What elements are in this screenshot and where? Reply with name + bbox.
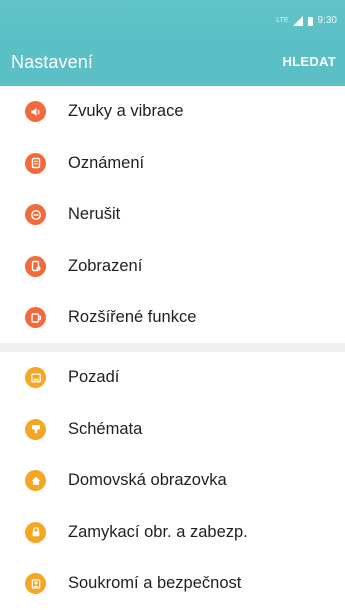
speaker-icon <box>25 101 46 123</box>
settings-item-sounds[interactable]: Zvuky a vibrace <box>0 86 345 138</box>
search-button[interactable]: HLEDAT <box>282 54 336 69</box>
settings-item-do-not-disturb[interactable]: Nerušit <box>0 189 345 241</box>
settings-item-notifications[interactable]: Oznámení <box>0 138 345 190</box>
settings-item-label: Domovská obrazovka <box>68 471 227 490</box>
battery-icon <box>307 16 313 26</box>
settings-item-wallpaper[interactable]: Pozadí <box>0 352 345 404</box>
lock-icon <box>25 521 46 543</box>
notification-icon <box>25 152 46 174</box>
status-icons: LTE 9:30 <box>276 16 337 26</box>
settings-item-label: Rozšířené funkce <box>68 308 197 327</box>
settings-item-label: Soukromí a bezpečnost <box>68 574 242 593</box>
status-bar: LTE 9:30 <box>0 0 345 38</box>
settings-screen: LTE 9:30 Nastavení HLEDAT Zvuky a vibrac… <box>0 0 345 610</box>
settings-item-display[interactable]: Zobrazení <box>0 241 345 293</box>
display-icon <box>25 255 46 277</box>
advanced-features-icon <box>25 307 46 329</box>
network-type: LTE <box>276 17 289 24</box>
section-divider <box>0 343 345 352</box>
settings-item-label: Pozadí <box>68 368 120 387</box>
status-time: 9:30 <box>317 15 337 26</box>
settings-item-label: Schémata <box>68 419 143 438</box>
page-title: Nastavení <box>11 52 93 72</box>
settings-item-label: Zvuky a vibrace <box>68 102 184 121</box>
settings-item-advanced-features[interactable]: Rozšířené funkce <box>0 292 345 344</box>
home-icon <box>25 470 46 492</box>
wallpaper-icon <box>25 367 46 389</box>
do-not-disturb-icon <box>25 204 46 226</box>
themes-icon <box>25 418 46 440</box>
settings-item-label: Zamykací obr. a zabezp. <box>68 522 248 541</box>
settings-item-themes[interactable]: Schémata <box>0 404 345 456</box>
signal-icon <box>292 16 303 26</box>
settings-item-home-screen[interactable]: Domovská obrazovka <box>0 455 345 507</box>
settings-item-label: Nerušit <box>68 205 121 224</box>
settings-item-label: Oznámení <box>68 153 145 172</box>
settings-list-secondary: Pozadí Schémata Domovská obrazovka Zamyk… <box>0 352 345 610</box>
settings-item-lock-screen[interactable]: Zamykací obr. a zabezp. <box>0 507 345 559</box>
settings-item-privacy[interactable]: Soukromí a bezpečnost <box>0 558 345 610</box>
settings-item-label: Zobrazení <box>68 256 143 275</box>
settings-list-primary: Zvuky a vibrace Oznámení Nerušit Zobraze… <box>0 86 345 344</box>
privacy-icon <box>25 573 46 595</box>
app-bar: Nastavení HLEDAT <box>0 38 345 86</box>
